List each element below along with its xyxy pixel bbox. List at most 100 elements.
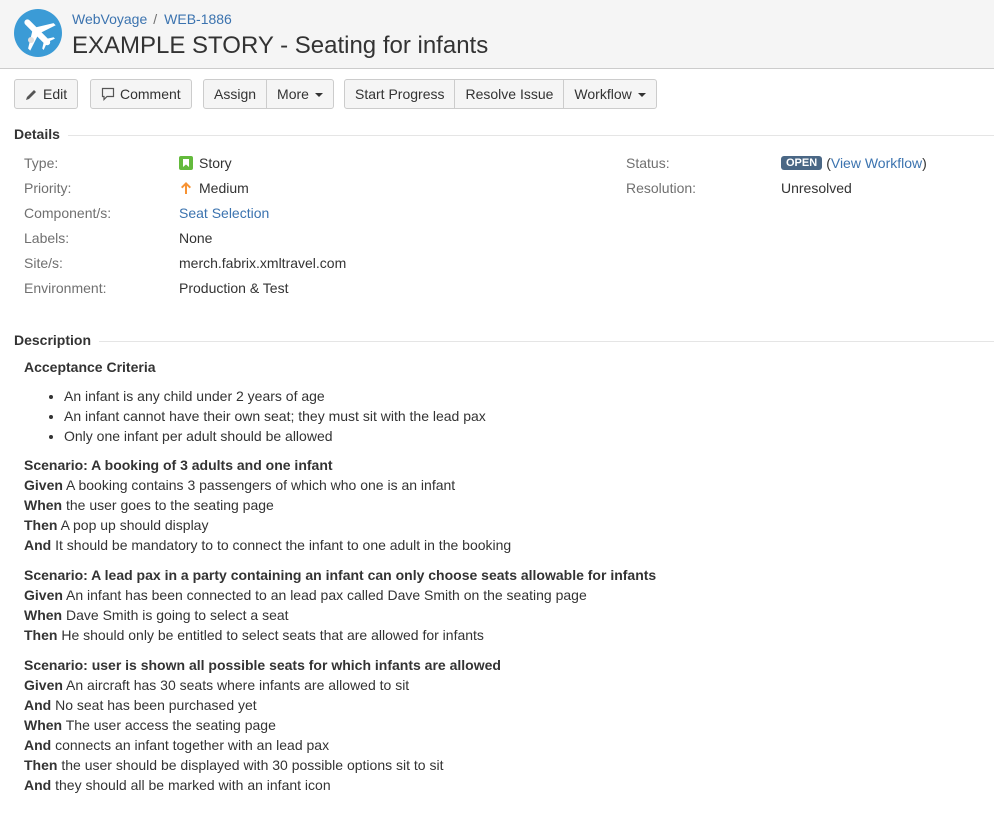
breadcrumb-issue-key-link[interactable]: WEB-1886 <box>164 11 232 27</box>
scenario-step: When the user goes to the seating page <box>24 495 964 515</box>
scenario-step: Then He should only be entitled to selec… <box>24 625 964 645</box>
edit-button-label: Edit <box>43 86 68 102</box>
view-workflow-link[interactable]: View Workflow <box>831 154 922 172</box>
scenario-title: Scenario: A booking of 3 adults and one … <box>24 457 333 473</box>
acceptance-criteria-list: An infant is any child under 2 years of … <box>24 386 964 446</box>
type-value: Story <box>179 154 232 172</box>
step-text: An aircraft has 30 seats where infants a… <box>62 677 410 693</box>
edit-button-group: Edit <box>14 79 79 109</box>
workflow-dropdown-button[interactable]: Workflow <box>563 80 655 108</box>
description-heading: Description <box>14 331 100 349</box>
breadcrumb: WebVoyage / WEB-1886 <box>72 10 232 28</box>
step-keyword: Then <box>24 627 58 643</box>
list-item: Only one infant per adult should be allo… <box>64 426 964 446</box>
step-keyword: And <box>24 537 52 553</box>
scenario-step: Then A pop up should display <box>24 515 964 535</box>
step-keyword: And <box>24 737 52 753</box>
environment-value: Production & Test <box>179 280 289 296</box>
resolution-label: Resolution: <box>626 180 697 196</box>
more-dropdown-button[interactable]: More <box>266 80 333 108</box>
workflow-button-label: Workflow <box>574 86 632 102</box>
step-text: The user access the seating page <box>62 717 276 733</box>
breadcrumb-project-link[interactable]: WebVoyage <box>72 11 147 27</box>
scenario-block: Scenario: A lead pax in a party containi… <box>24 565 964 645</box>
view-workflow-close-paren: ) <box>922 155 927 171</box>
status-label: Status: <box>626 155 670 171</box>
scenario-step: When The user access the seating page <box>24 715 964 735</box>
step-text: Dave Smith is going to select a seat <box>62 607 289 623</box>
chevron-down-icon <box>637 92 646 97</box>
scenario-block: Scenario: user is shown all possible sea… <box>24 655 964 795</box>
resolution-value: Unresolved <box>781 180 852 196</box>
details-heading: Details <box>14 125 68 143</box>
step-keyword: When <box>24 607 63 623</box>
arrow-up-icon <box>181 182 191 194</box>
environment-label: Environment: <box>24 280 107 296</box>
labels-label: Labels: <box>24 230 70 246</box>
step-text: It should be mandatory to to connect the… <box>51 537 512 553</box>
sites-label: Site/s: <box>24 255 63 271</box>
step-text: A booking contains 3 passengers of which… <box>62 477 456 493</box>
story-icon <box>179 156 193 170</box>
comment-button[interactable]: Comment <box>91 80 191 108</box>
list-item: An infant is any child under 2 years of … <box>64 386 964 406</box>
page-title: EXAMPLE STORY - Seating for infants <box>72 32 489 59</box>
details-divider <box>14 135 994 136</box>
step-keyword: Then <box>24 517 58 533</box>
comment-button-label: Comment <box>120 86 181 102</box>
comment-button-group: Comment <box>90 79 192 109</box>
scenario-title: Scenario: A lead pax in a party containi… <box>24 567 657 583</box>
start-progress-button[interactable]: Start Progress <box>345 80 454 108</box>
components-label: Component/s: <box>24 205 112 221</box>
resolve-issue-button[interactable]: Resolve Issue <box>454 80 563 108</box>
step-text: the user should be displayed with 30 pos… <box>57 757 444 773</box>
step-keyword: When <box>24 497 63 513</box>
step-keyword: When <box>24 717 63 733</box>
sites-value: merch.fabrix.xmltravel.com <box>179 255 347 271</box>
step-keyword: Given <box>24 587 63 603</box>
step-text: An infant has been connected to an lead … <box>62 587 587 603</box>
project-avatar-airplane-icon[interactable] <box>14 9 62 57</box>
speech-bubble-icon <box>101 87 115 101</box>
priority-value-text: Medium <box>199 180 249 196</box>
priority-value: Medium <box>179 179 249 197</box>
edit-button[interactable]: Edit <box>15 80 77 108</box>
assign-more-button-group: Assign More <box>203 79 334 109</box>
pencil-icon <box>26 89 36 100</box>
step-text: the user goes to the seating page <box>62 497 274 513</box>
status-badge: OPEN <box>781 156 823 170</box>
workflow-button-group: Start Progress Resolve Issue Workflow <box>344 79 657 109</box>
step-keyword: And <box>24 697 52 713</box>
breadcrumb-separator: / <box>153 11 158 27</box>
description-body: Acceptance Criteria An infant is any chi… <box>24 357 964 805</box>
labels-value: None <box>179 230 213 246</box>
scenario-step: And they should all be marked with an in… <box>24 775 964 795</box>
scenario-step: Given An infant has been connected to an… <box>24 585 964 605</box>
scenario-step: Then the user should be displayed with 3… <box>24 755 964 775</box>
step-keyword: Given <box>24 677 63 693</box>
priority-label: Priority: <box>24 180 72 196</box>
step-keyword: Given <box>24 477 63 493</box>
scenario-title: Scenario: user is shown all possible sea… <box>24 657 501 673</box>
step-keyword: And <box>24 777 52 793</box>
step-keyword: Then <box>24 757 58 773</box>
step-text: connects an infant together with an lead… <box>51 737 330 753</box>
step-text: A pop up should display <box>57 517 209 533</box>
step-text: No seat has been purchased yet <box>51 697 257 713</box>
scenario-step: And It should be mandatory to to connect… <box>24 535 964 555</box>
scenario-block: Scenario: A booking of 3 adults and one … <box>24 455 964 555</box>
chevron-down-icon <box>314 92 323 97</box>
scenario-step: And connects an infant together with an … <box>24 735 964 755</box>
scenario-step: When Dave Smith is going to select a sea… <box>24 605 964 625</box>
step-text: He should only be entitled to select sea… <box>57 627 484 643</box>
step-text: they should all be marked with an infant… <box>51 777 331 793</box>
scenario-step: Given A booking contains 3 passengers of… <box>24 475 964 495</box>
issue-header: WebVoyage / WEB-1886 EXAMPLE STORY - Seati… <box>0 0 994 69</box>
type-value-text: Story <box>199 155 232 171</box>
assign-button[interactable]: Assign <box>204 80 266 108</box>
component-seat-selection-link[interactable]: Seat Selection <box>179 204 269 222</box>
scenario-step: And No seat has been purchased yet <box>24 695 964 715</box>
acceptance-criteria-title: Acceptance Criteria <box>24 359 156 375</box>
scenario-step: Given An aircraft has 30 seats where inf… <box>24 675 964 695</box>
status-value: OPEN (View Workflow) <box>781 154 927 172</box>
